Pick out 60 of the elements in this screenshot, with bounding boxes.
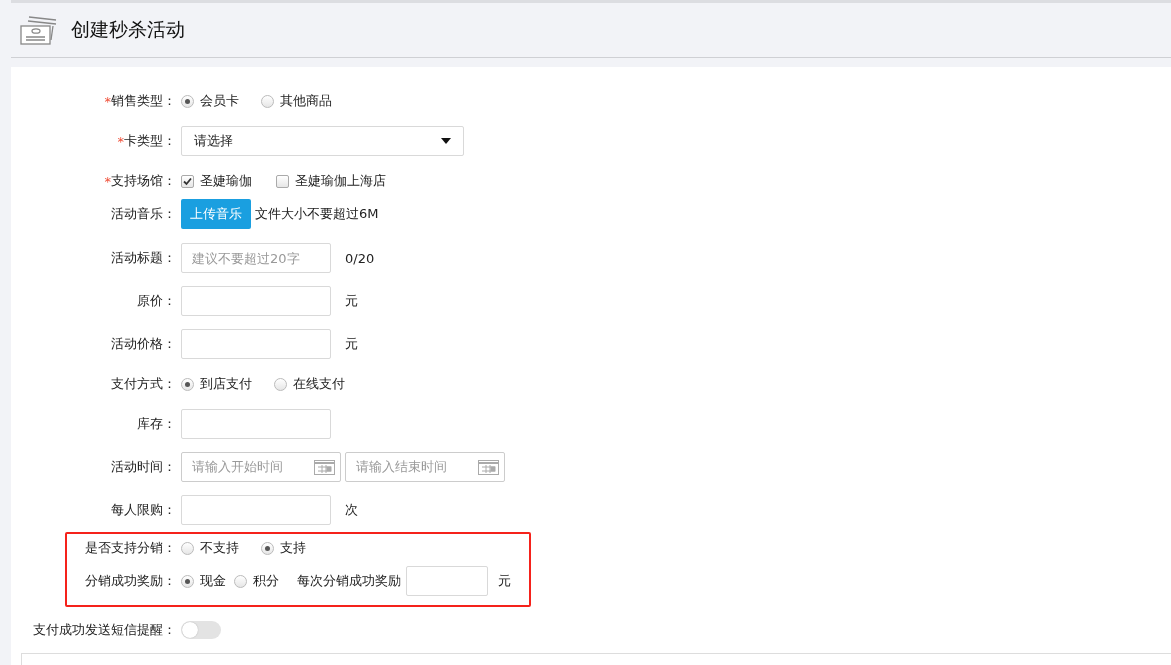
radio-button[interactable] bbox=[274, 377, 287, 391]
checkbox[interactable] bbox=[276, 174, 289, 188]
input-field[interactable] bbox=[181, 286, 331, 316]
upload-button[interactable]: 上传音乐 bbox=[181, 199, 251, 229]
field-label: 原价： bbox=[137, 292, 176, 310]
cards-icon bbox=[20, 14, 58, 46]
option-label: 圣婕瑜伽 bbox=[200, 172, 252, 190]
radio-button[interactable] bbox=[181, 541, 194, 555]
radio-button[interactable] bbox=[181, 574, 194, 588]
field-label: 活动标题： bbox=[111, 249, 176, 267]
field-label: 支付方式： bbox=[111, 375, 176, 393]
date-field[interactable]: 请输入结束时间 bbox=[345, 452, 505, 482]
page-title: 创建秒杀活动 bbox=[71, 17, 185, 42]
radio-button[interactable] bbox=[181, 94, 194, 108]
unit-label: 0/20 bbox=[345, 250, 375, 266]
select-dropdown[interactable]: 请选择 bbox=[181, 126, 464, 156]
field-label: 活动音乐： bbox=[111, 205, 176, 223]
calendar-icon bbox=[314, 459, 335, 475]
field-label: 卡类型： bbox=[124, 132, 176, 150]
hint-text: 文件大小不要超过6M bbox=[255, 205, 379, 223]
option-label: 现金 bbox=[200, 572, 226, 590]
option-label: 在线支付 bbox=[293, 375, 345, 393]
checkbox[interactable] bbox=[181, 174, 194, 188]
radio-button[interactable] bbox=[234, 574, 247, 588]
input-field[interactable] bbox=[181, 329, 331, 359]
field-label: 是否支持分销： bbox=[85, 539, 176, 557]
required-mark: * bbox=[104, 173, 111, 189]
input-field[interactable]: 建议不要超过20字 bbox=[181, 243, 331, 273]
option-label: 圣婕瑜伽上海店 bbox=[295, 172, 386, 190]
toggle-switch[interactable] bbox=[181, 621, 221, 639]
input-field[interactable] bbox=[181, 409, 331, 439]
option-label: 会员卡 bbox=[200, 92, 239, 110]
radio-button[interactable] bbox=[261, 94, 274, 108]
unit-label: 次 bbox=[345, 501, 358, 519]
calendar-icon bbox=[478, 459, 499, 475]
required-mark: * bbox=[104, 93, 111, 109]
option-label: 积分 bbox=[253, 572, 279, 590]
field-label: 每人限购： bbox=[111, 501, 176, 519]
unit-label: 元 bbox=[498, 572, 511, 590]
field-label: 支持场馆： bbox=[111, 172, 176, 190]
radio-button[interactable] bbox=[261, 541, 274, 555]
radio-button[interactable] bbox=[181, 377, 194, 391]
field-label: 活动价格： bbox=[111, 335, 176, 353]
field-label: 支付成功发送短信提醒： bbox=[33, 621, 176, 639]
field-label: 每次分销成功奖励 bbox=[297, 572, 401, 590]
option-label: 到店支付 bbox=[200, 375, 252, 393]
option-label: 支持 bbox=[280, 539, 306, 557]
option-label: 其他商品 bbox=[280, 92, 332, 110]
date-field[interactable]: 请输入开始时间 bbox=[181, 452, 341, 482]
field-label: 分销成功奖励： bbox=[85, 572, 176, 590]
input-field[interactable] bbox=[181, 495, 331, 525]
field-label: 库存： bbox=[137, 415, 176, 433]
input-field[interactable] bbox=[406, 566, 488, 596]
unit-label: 元 bbox=[345, 335, 358, 353]
unit-label: 元 bbox=[345, 292, 358, 310]
caret-icon bbox=[441, 138, 451, 144]
option-label: 不支持 bbox=[200, 539, 239, 557]
field-label: 活动时间： bbox=[111, 458, 176, 476]
required-mark: * bbox=[117, 133, 124, 149]
field-label: 销售类型： bbox=[111, 92, 176, 110]
